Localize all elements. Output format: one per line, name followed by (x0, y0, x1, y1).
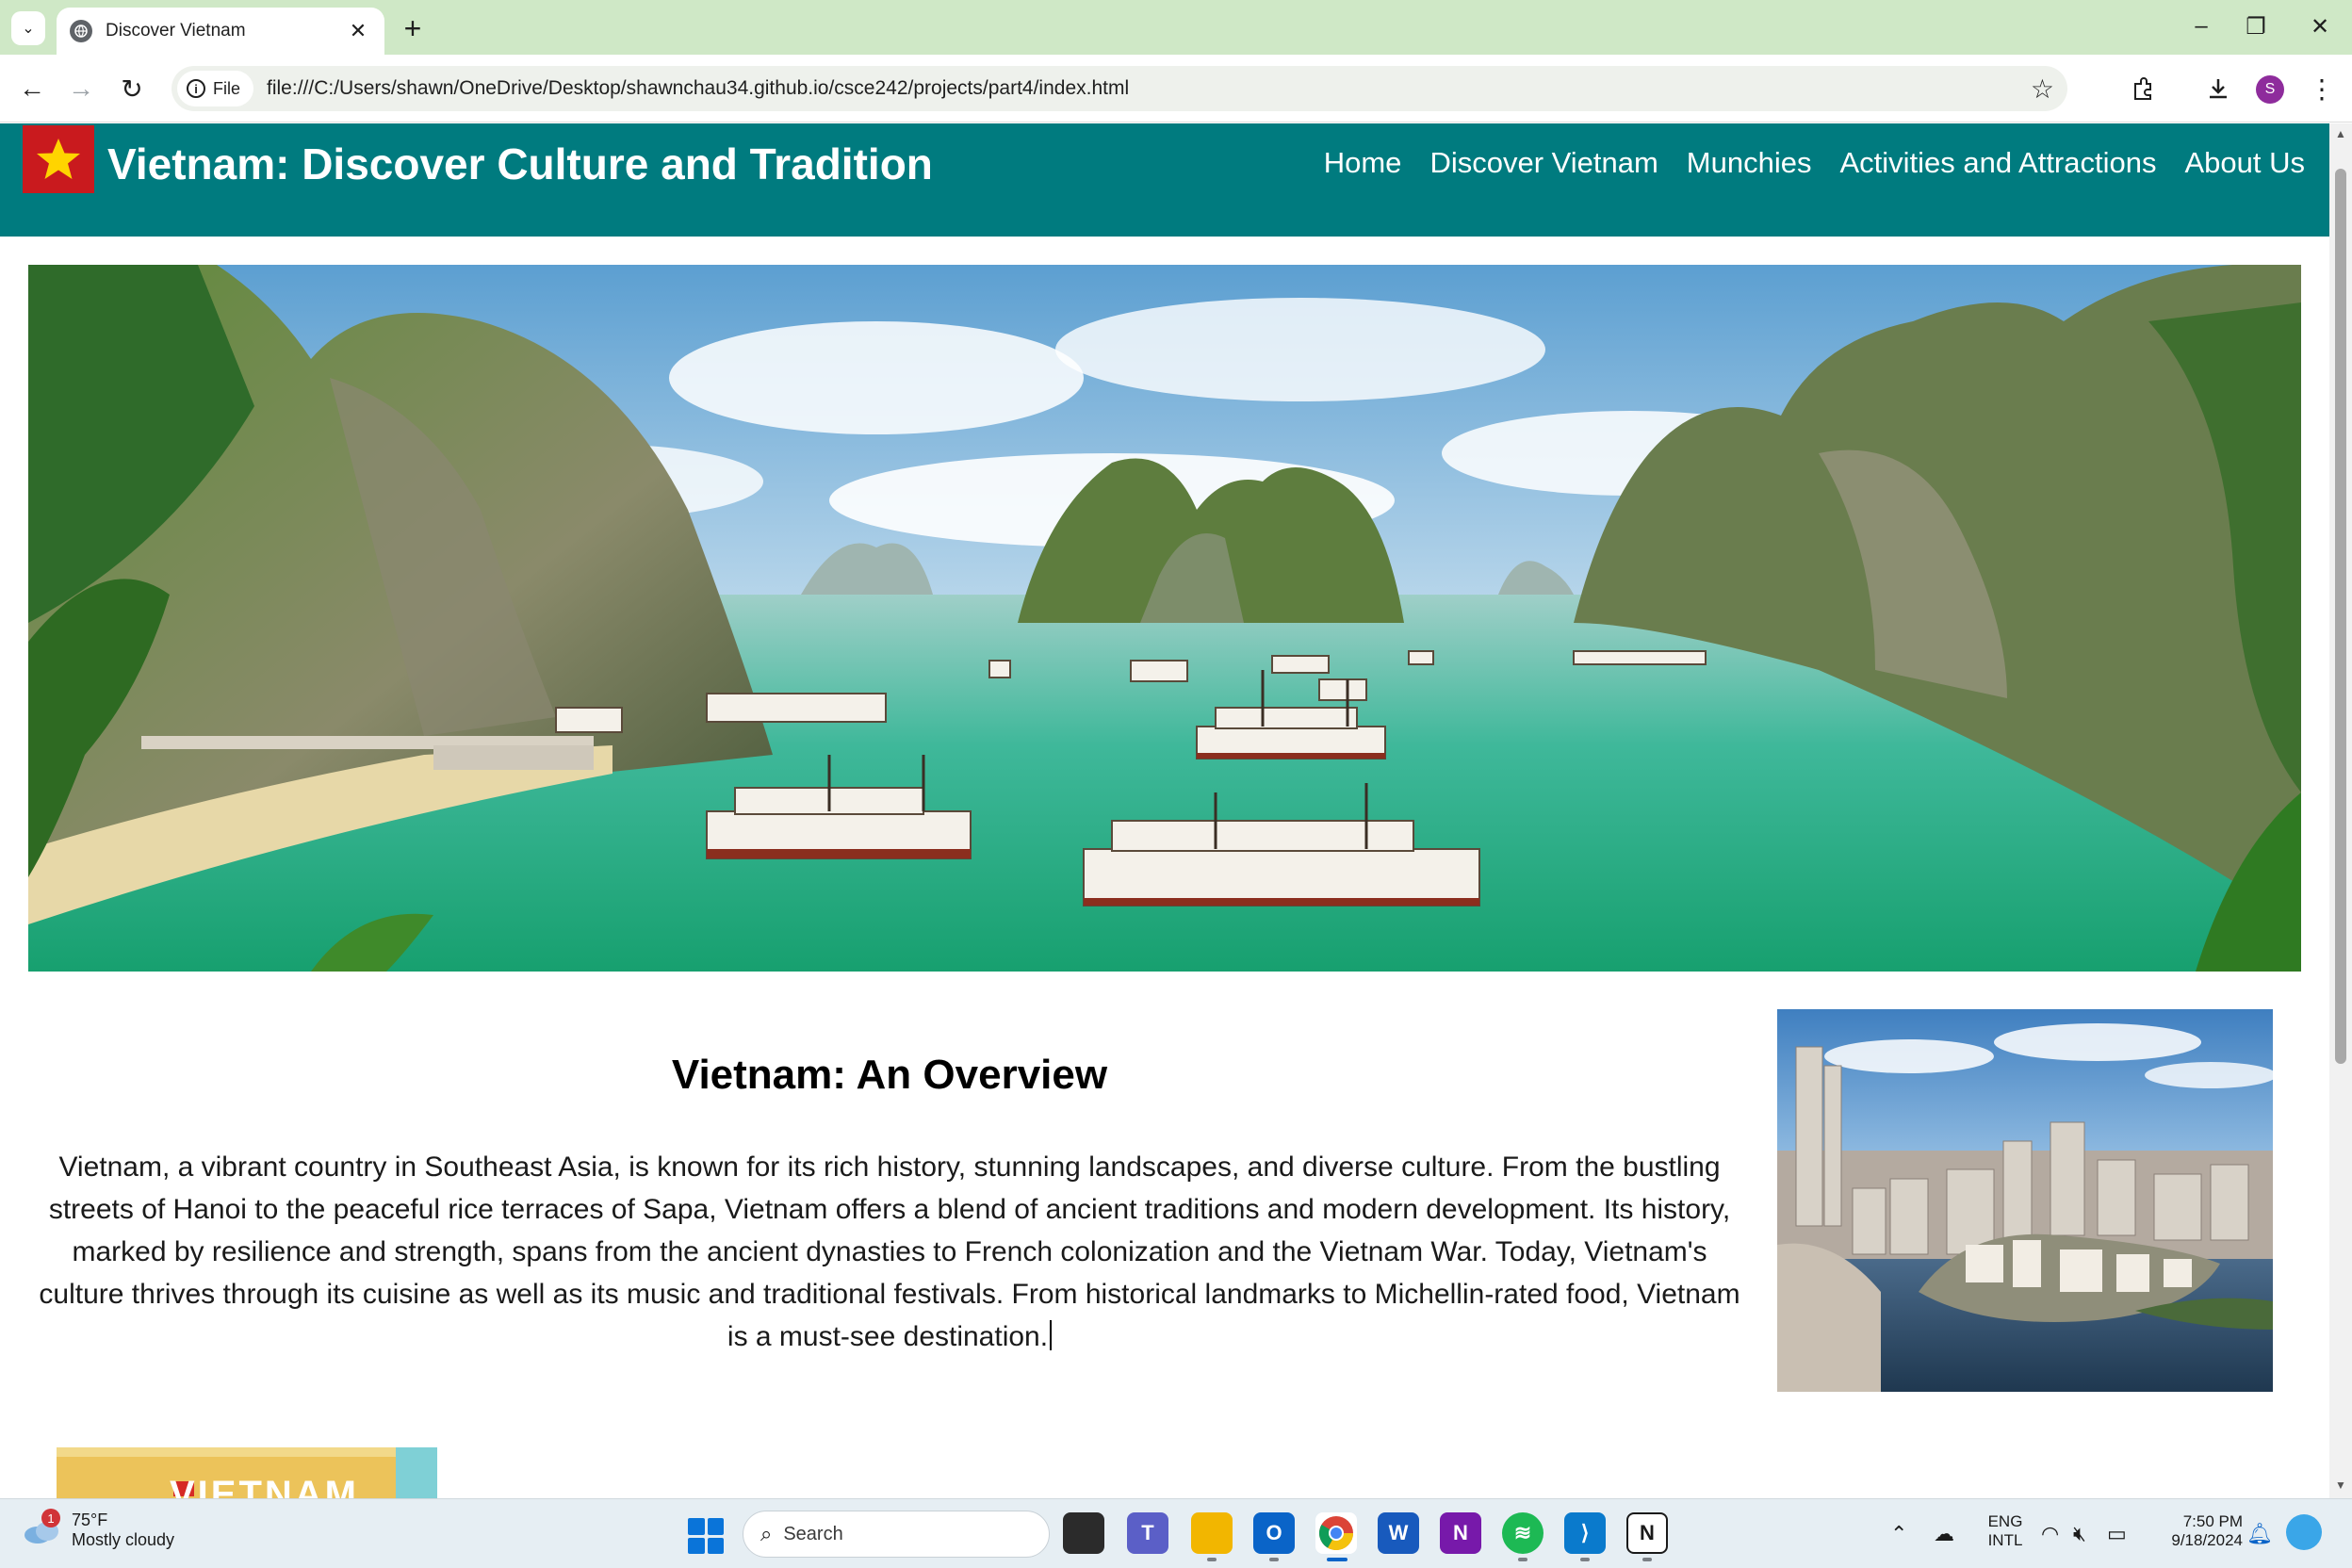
page-scrollbar[interactable]: ▲ ▼ (2329, 123, 2352, 1498)
star-icon (37, 139, 80, 179)
windows-start-icon[interactable] (688, 1518, 724, 1554)
browser-tab-strip: ⌄ Discover Vietnam ✕ + – ❐ ✕ (0, 0, 2352, 55)
download-icon[interactable] (2199, 70, 2237, 107)
new-tab-button[interactable]: + (396, 11, 430, 45)
clock[interactable]: 7:50 PM 9/18/2024 (2152, 1512, 2243, 1550)
scroll-thumb[interactable] (2335, 169, 2346, 1064)
windows-taskbar: 1 75°F Mostly cloudy ⌕ Search T O W N ≋ … (0, 1498, 2352, 1568)
nav-home[interactable]: Home (1324, 146, 1402, 180)
running-indicator (1207, 1558, 1217, 1561)
wifi-icon[interactable]: ◠ (2041, 1522, 2059, 1546)
taskbar-search[interactable]: ⌕ Search (743, 1511, 1050, 1558)
cloud-icon: 1 (23, 1509, 62, 1546)
onedrive-cloud-icon[interactable]: ☁ (1934, 1522, 1954, 1546)
outlook-icon[interactable]: O (1253, 1512, 1295, 1554)
search-label: Search (783, 1523, 843, 1544)
chevron-up-icon[interactable]: ⌃ (1890, 1522, 1907, 1546)
word-icon[interactable]: W (1378, 1512, 1419, 1554)
nav-about-us[interactable]: About Us (2184, 146, 2305, 180)
nav-discover-vietnam[interactable]: Discover Vietnam (1429, 146, 1658, 180)
hanoi-city-photo (1777, 1009, 2273, 1392)
chrome-icon[interactable] (1315, 1512, 1357, 1554)
browser-tab-active[interactable]: Discover Vietnam ✕ (57, 8, 384, 55)
main-nav: Home Discover Vietnam Munchies Activitie… (1324, 146, 2305, 180)
nav-activities-attractions[interactable]: Activities and Attractions (1839, 146, 2156, 180)
vietnam-card-text: VIETNAM (170, 1474, 359, 1498)
spotify-icon[interactable]: ≋ (1502, 1512, 1544, 1554)
back-button[interactable]: ← (13, 70, 51, 107)
address-bar[interactable]: i File file:///C:/Users/shawn/OneDrive/D… (172, 66, 2067, 111)
reload-button[interactable]: ↻ (113, 70, 151, 107)
notion-icon[interactable]: N (1626, 1512, 1668, 1554)
overview-paragraph[interactable]: Vietnam, a vibrant country in Southeast … (28, 1146, 1751, 1358)
tab-title: Discover Vietnam (106, 21, 246, 41)
vscode-icon[interactable]: ⟩ (1564, 1512, 1606, 1554)
clock-time: 7:50 PM (2182, 1512, 2243, 1530)
overview-title: Vietnam: An Overview (671, 1052, 1108, 1098)
site-header: Vietnam: Discover Culture and Tradition … (0, 123, 2329, 237)
active-indicator (1327, 1558, 1348, 1561)
copilot-icon[interactable] (2286, 1514, 2322, 1550)
site-title: Vietnam: Discover Culture and Tradition (107, 139, 933, 188)
running-indicator (1269, 1558, 1279, 1561)
battery-icon[interactable]: ▭ (2107, 1522, 2127, 1546)
search-icon: ⌕ (760, 1522, 773, 1545)
weather-widget[interactable]: 1 75°F Mostly cloudy (23, 1509, 175, 1550)
teams-icon[interactable]: T (1127, 1512, 1168, 1554)
scroll-down-icon[interactable]: ▼ (2333, 1478, 2348, 1494)
lang-top: ENG (1987, 1512, 2023, 1530)
page-viewport: Vietnam: Discover Culture and Tradition … (0, 123, 2329, 1498)
screen: ⌄ Discover Vietnam ✕ + – ❐ ✕ ← → ↻ i Fil… (0, 0, 2352, 1568)
task-view-icon[interactable] (1063, 1512, 1104, 1554)
onenote-icon[interactable]: N (1440, 1512, 1481, 1554)
close-window-button[interactable]: ✕ (2292, 8, 2348, 45)
browser-toolbar: ← → ↻ i File file:///C:/Users/shawn/OneD… (0, 55, 2352, 122)
weather-temp: 75°F (72, 1511, 108, 1529)
lang-bottom: INTL (1987, 1531, 2023, 1549)
tab-search-button[interactable]: ⌄ (11, 11, 45, 45)
clock-date: 9/18/2024 (2171, 1531, 2243, 1549)
file-explorer-icon[interactable] (1191, 1512, 1233, 1554)
vietnam-flag-logo (23, 125, 94, 193)
overview-text: Vietnam, a vibrant country in Southeast … (39, 1152, 1740, 1352)
menu-kebab-icon[interactable]: ⋮ (2303, 70, 2341, 107)
extensions-icon[interactable] (2124, 70, 2162, 107)
hero-image-ha-long-bay (28, 265, 2301, 972)
close-tab-icon[interactable]: ✕ (345, 18, 371, 44)
volume-muted-icon[interactable]: 🔇︎ (2073, 1522, 2086, 1546)
weather-desc: Mostly cloudy (72, 1530, 175, 1549)
info-icon: i (187, 79, 205, 98)
globe-icon (70, 20, 92, 42)
chevron-down-icon: ⌄ (22, 21, 35, 37)
text-caret (1050, 1320, 1053, 1350)
scroll-up-icon[interactable]: ▲ (2333, 127, 2348, 142)
running-indicator (1580, 1558, 1590, 1561)
site-info-chip[interactable]: i File (177, 71, 254, 106)
minimize-button[interactable]: – (2173, 8, 2230, 45)
restore-button[interactable]: ❐ (2228, 8, 2284, 45)
url-text[interactable]: file:///C:/Users/shawn/OneDrive/Desktop/… (267, 77, 1129, 100)
bookmark-star-icon[interactable]: ☆ (2031, 74, 2054, 105)
running-indicator (1518, 1558, 1527, 1561)
profile-avatar[interactable]: S (2256, 75, 2284, 104)
vietnam-card-image: VIETNAM (57, 1447, 437, 1498)
language-indicator[interactable]: ENG INTL (1979, 1512, 2032, 1550)
running-indicator (1642, 1558, 1652, 1561)
forward-button[interactable]: → (62, 70, 100, 107)
site-chip-label: File (213, 78, 241, 98)
nav-munchies[interactable]: Munchies (1687, 146, 1812, 180)
notification-bell-icon[interactable]: 🔔︎ (2246, 1522, 2273, 1546)
weather-badge: 1 (41, 1509, 60, 1527)
